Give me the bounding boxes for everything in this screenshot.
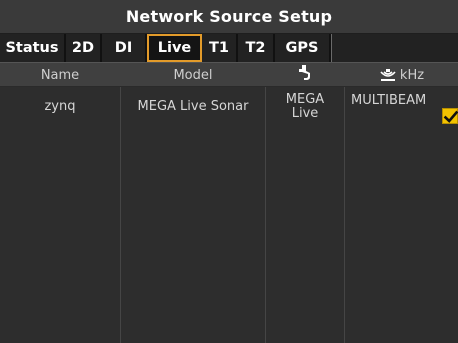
checkmark-icon — [443, 110, 458, 123]
tab-bar: Status 2D DI Live T1 T2 GPS — [0, 34, 458, 62]
tab-live[interactable]: Live — [147, 34, 202, 62]
transducer-icon — [298, 64, 312, 86]
cell-transducer: MEGA Live — [266, 87, 344, 127]
source-select-checkbox[interactable] — [442, 108, 458, 124]
header-model: Model — [173, 67, 213, 83]
cell-model: MEGA Live Sonar — [137, 99, 249, 114]
header-transducer — [266, 63, 344, 87]
header-khz: kHz — [345, 63, 458, 87]
source-table: Name Model kHz zynq MEGA Live Sonar MEGA… — [0, 62, 458, 343]
tab-t2[interactable]: T2 — [238, 34, 275, 62]
cell-name: zynq — [44, 99, 76, 114]
tab-gps[interactable]: GPS — [275, 34, 331, 62]
header-name: Name — [40, 67, 80, 83]
cell-transducer-line2: Live — [291, 106, 319, 121]
table-header-row: Name Model kHz — [0, 63, 458, 87]
tab-2d[interactable]: 2D — [66, 34, 102, 62]
tab-di[interactable]: DI — [102, 34, 147, 62]
tab-status[interactable]: Status — [0, 34, 66, 62]
sonar-beam-icon — [379, 68, 397, 82]
cell-frequency: MULTIBEAM — [351, 93, 427, 108]
tab-t1[interactable]: T1 — [202, 34, 238, 62]
header-khz-label: kHz — [399, 67, 425, 83]
tab-bar-filler — [331, 34, 458, 62]
cell-transducer-line1: MEGA — [285, 92, 325, 107]
table-row[interactable]: zynq MEGA Live Sonar MEGA Live MULTIBEAM — [0, 87, 458, 127]
window-title: Network Source Setup — [0, 0, 458, 34]
